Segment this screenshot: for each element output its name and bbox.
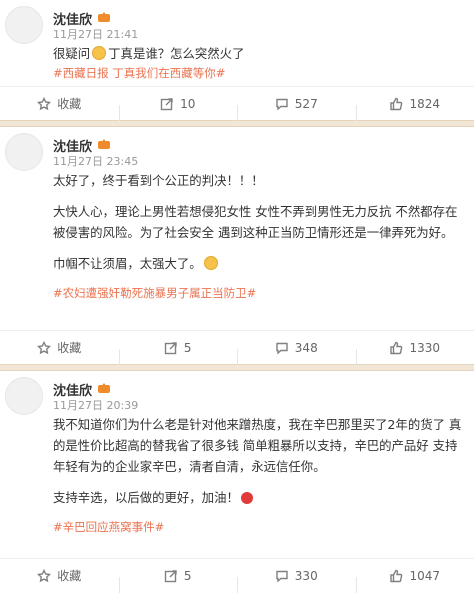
action-bar: 收藏 5 330 1047 bbox=[0, 558, 474, 593]
post-time[interactable]: 11月27日 21:41 bbox=[53, 27, 464, 43]
thumbs-up-icon bbox=[389, 341, 403, 355]
post-1: 沈佳欣 11月27日 21:41 很疑问 丁真是谁？怎么突然火了 #西藏日报 丁真… bbox=[0, 0, 474, 121]
comment-icon bbox=[275, 569, 289, 583]
avatar[interactable] bbox=[5, 6, 43, 44]
user-name[interactable]: 沈佳欣 bbox=[53, 380, 92, 399]
topic-tag[interactable]: #辛巴回应燕窝事件# bbox=[53, 518, 464, 536]
post-separator bbox=[0, 364, 474, 371]
vip-badge-icon bbox=[98, 383, 112, 395]
repost-button[interactable]: 10 bbox=[118, 96, 238, 121]
like-button[interactable]: 1047 bbox=[355, 568, 474, 593]
repost-icon bbox=[164, 341, 178, 355]
favorite-label: 收藏 bbox=[57, 569, 82, 583]
post-separator bbox=[0, 120, 474, 127]
like-count: 1824 bbox=[409, 96, 441, 111]
thumbs-up-icon bbox=[389, 569, 403, 583]
avatar[interactable] bbox=[5, 133, 43, 171]
like-count: 1047 bbox=[409, 568, 441, 583]
post-content: 沈佳欣 11月27日 21:41 很疑问 丁真是谁？怎么突然火了 #西藏日报 丁真… bbox=[53, 9, 464, 82]
comment-button[interactable]: 348 bbox=[237, 340, 356, 365]
topic-tag[interactable]: #西藏日报 丁真我们在西藏等你# bbox=[53, 64, 464, 82]
action-bar: 收藏 10 527 1824 bbox=[0, 86, 474, 121]
vip-badge-icon bbox=[98, 139, 112, 151]
comment-count: 527 bbox=[294, 96, 318, 111]
like-button[interactable]: 1330 bbox=[355, 340, 474, 365]
post-time[interactable]: 11月27日 23:45 bbox=[53, 154, 464, 170]
repost-icon bbox=[164, 569, 178, 583]
repost-icon bbox=[160, 97, 174, 111]
like-button[interactable]: 1824 bbox=[355, 96, 474, 121]
emoji-icon bbox=[92, 46, 107, 60]
comment-count: 348 bbox=[294, 340, 318, 355]
post-3: 沈佳欣 11月27日 20:39 我不知道你们为什么老是针对他来蹭热度，我在辛巴… bbox=[0, 371, 474, 593]
favorite-label: 收藏 bbox=[57, 341, 82, 355]
comment-button[interactable]: 330 bbox=[237, 568, 356, 593]
comment-button[interactable]: 527 bbox=[237, 96, 356, 121]
text-segment: 支持辛选，以后做的更好，加油！ bbox=[53, 490, 239, 505]
comment-count: 330 bbox=[294, 568, 318, 583]
comment-icon bbox=[275, 97, 289, 111]
repost-count: 5 bbox=[183, 340, 192, 355]
favorite-label: 收藏 bbox=[57, 97, 82, 111]
post-content: 沈佳欣 11月27日 20:39 我不知道你们为什么老是针对他来蹭热度，我在辛巴… bbox=[53, 380, 464, 536]
star-icon bbox=[37, 568, 52, 583]
favorite-button[interactable]: 收藏 bbox=[0, 95, 119, 112]
heart-icon bbox=[240, 492, 253, 504]
post-text: 很疑问 丁真是谁？怎么突然火了 bbox=[53, 43, 464, 64]
like-count: 1330 bbox=[409, 340, 441, 355]
post-text: 我不知道你们为什么老是针对他来蹭热度，我在辛巴那里买了2年的货了 真的是性价比超… bbox=[53, 414, 464, 518]
repost-button[interactable]: 5 bbox=[118, 568, 238, 593]
text-paragraph: 巾帼不让须眉，太强大了。 bbox=[53, 253, 464, 274]
text-segment: 丁真是谁？怎么突然火了 bbox=[108, 46, 245, 61]
text-paragraph: 大快人心，理论上男性若想侵犯女性 女性不弄到男性无力反抗 不然都存在被侵害的风险… bbox=[53, 204, 458, 240]
star-icon bbox=[37, 340, 52, 355]
repost-count: 10 bbox=[180, 96, 196, 111]
action-bar: 收藏 5 348 1330 bbox=[0, 330, 474, 365]
text-paragraph: 我不知道你们为什么老是针对他来蹭热度，我在辛巴那里买了2年的货了 真的是性价比超… bbox=[53, 417, 462, 474]
vip-badge-icon bbox=[98, 12, 112, 24]
post-text: 太好了，终于看到个公正的判决！！！ 大快人心，理论上男性若想侵犯女性 女性不弄到… bbox=[53, 170, 464, 284]
text-paragraph: 支持辛选，以后做的更好，加油！ bbox=[53, 487, 464, 508]
favorite-button[interactable]: 收藏 bbox=[0, 339, 119, 356]
emoji-icon bbox=[203, 256, 218, 270]
star-icon bbox=[37, 96, 52, 111]
post-content: 沈佳欣 11月27日 23:45 太好了，终于看到个公正的判决！！！ 大快人心，… bbox=[53, 136, 464, 302]
user-name[interactable]: 沈佳欣 bbox=[53, 9, 92, 28]
repost-count: 5 bbox=[183, 568, 192, 583]
thumbs-up-icon bbox=[389, 97, 403, 111]
avatar[interactable] bbox=[5, 377, 43, 415]
favorite-button[interactable]: 收藏 bbox=[0, 567, 119, 584]
repost-button[interactable]: 5 bbox=[118, 340, 238, 365]
text-segment: 巾帼不让须眉，太强大了。 bbox=[53, 256, 202, 271]
text-paragraph: 太好了，终于看到个公正的判决！！！ bbox=[53, 173, 264, 188]
user-name[interactable]: 沈佳欣 bbox=[53, 136, 92, 155]
post-time[interactable]: 11月27日 20:39 bbox=[53, 398, 464, 414]
comment-icon bbox=[275, 341, 289, 355]
topic-tag[interactable]: #农妇遭强奸勒死施暴男子属正当防卫# bbox=[53, 284, 464, 302]
post-2: 沈佳欣 11月27日 23:45 太好了，终于看到个公正的判决！！！ 大快人心，… bbox=[0, 127, 474, 365]
text-segment: 很疑问 bbox=[53, 46, 91, 61]
